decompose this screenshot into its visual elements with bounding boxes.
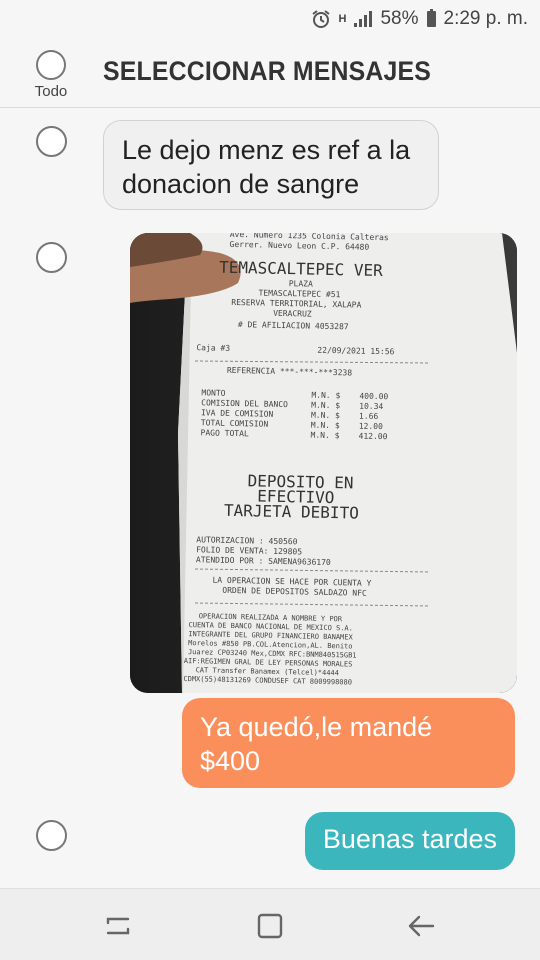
receipt-photo: Ave. Numero 1235 Colonia Calteras Gerrer… <box>130 233 517 693</box>
message-select-checkbox[interactable] <box>36 820 67 851</box>
message-text: Le dejo menz es ref a la donacion de san… <box>122 135 411 199</box>
page-title: SELECCIONAR MENSAJES <box>103 56 432 86</box>
select-all-checkbox[interactable] <box>36 50 66 80</box>
receipt-text: Caja #3 <box>196 343 230 353</box>
receipt-line-amount: 400.00 <box>359 392 388 402</box>
signal-bars-icon <box>354 11 373 27</box>
status-bar: H 58% 2:29 p. m. <box>0 0 540 38</box>
recent-apps-icon[interactable] <box>104 913 132 944</box>
receipt-line-amount: 1.66 <box>359 412 379 421</box>
network-type-label: H <box>338 13 347 25</box>
receipt-line-label: IVA DE COMISION <box>201 408 274 419</box>
receipt-line-label: PAGO TOTAL <box>201 428 250 438</box>
receipt-line-label: MONTO <box>201 388 225 398</box>
receipt-line-label: COMISION DEL BANCO <box>201 398 288 409</box>
receipt-text: 22/09/2021 15:56 <box>317 346 394 357</box>
receipt-deposit-title: TARJETA DEBITO <box>224 501 359 523</box>
receipt-line-currency: M.N. $ <box>310 431 339 441</box>
incoming-message-bubble[interactable]: Le dejo menz es ref a la donacion de san… <box>103 120 439 210</box>
navigation-bar <box>0 888 540 960</box>
back-arrow-icon[interactable] <box>405 911 437 946</box>
image-select-checkbox[interactable] <box>36 242 67 273</box>
battery-percent: 58% <box>380 8 419 29</box>
receipt-line-currency: M.N. $ <box>311 411 340 421</box>
home-square-icon[interactable] <box>255 911 285 946</box>
receipt-line-currency: M.N. $ <box>311 401 340 411</box>
select-all-label: Todo <box>34 83 68 100</box>
receipt-line-amount: 10.34 <box>359 402 383 412</box>
battery-icon <box>426 9 436 27</box>
outgoing-message-bubble[interactable]: Buenas tardes <box>304 812 515 870</box>
select-all-control[interactable]: Todo <box>28 50 74 100</box>
receipt-line-currency: M.N. $ <box>311 391 340 401</box>
message-list: Le dejo menz es ref a la donacion de san… <box>0 108 540 888</box>
receipt-line-label: TOTAL COMISION <box>201 418 269 428</box>
receipt-line-amount: 12.00 <box>359 422 383 432</box>
receipt-line-currency: M.N. $ <box>311 421 340 431</box>
receipt-text: VERACRUZ <box>273 309 312 319</box>
message-text: Ya quedó,le mandé $400 <box>200 712 433 776</box>
clock-time: 2:29 p. m. <box>443 8 529 29</box>
receipt-text: TEMASCALTEPEC #51 <box>258 288 340 299</box>
message-text: Buenas tardes <box>322 824 497 854</box>
receipt-line-amount: 412.00 <box>358 432 387 442</box>
alarm-clock-icon <box>311 9 331 29</box>
outgoing-message-bubble[interactable]: Ya quedó,le mandé $400 <box>182 698 515 788</box>
message-select-checkbox[interactable] <box>36 126 67 157</box>
image-message-bubble[interactable]: Ave. Numero 1235 Colonia Calteras Gerrer… <box>130 233 517 693</box>
receipt-store-name: TEMASCALTEPEC VER <box>219 258 383 280</box>
receipt-text: PLAZA <box>289 279 313 289</box>
selection-header: Todo SELECCIONAR MENSAJES <box>0 38 540 108</box>
